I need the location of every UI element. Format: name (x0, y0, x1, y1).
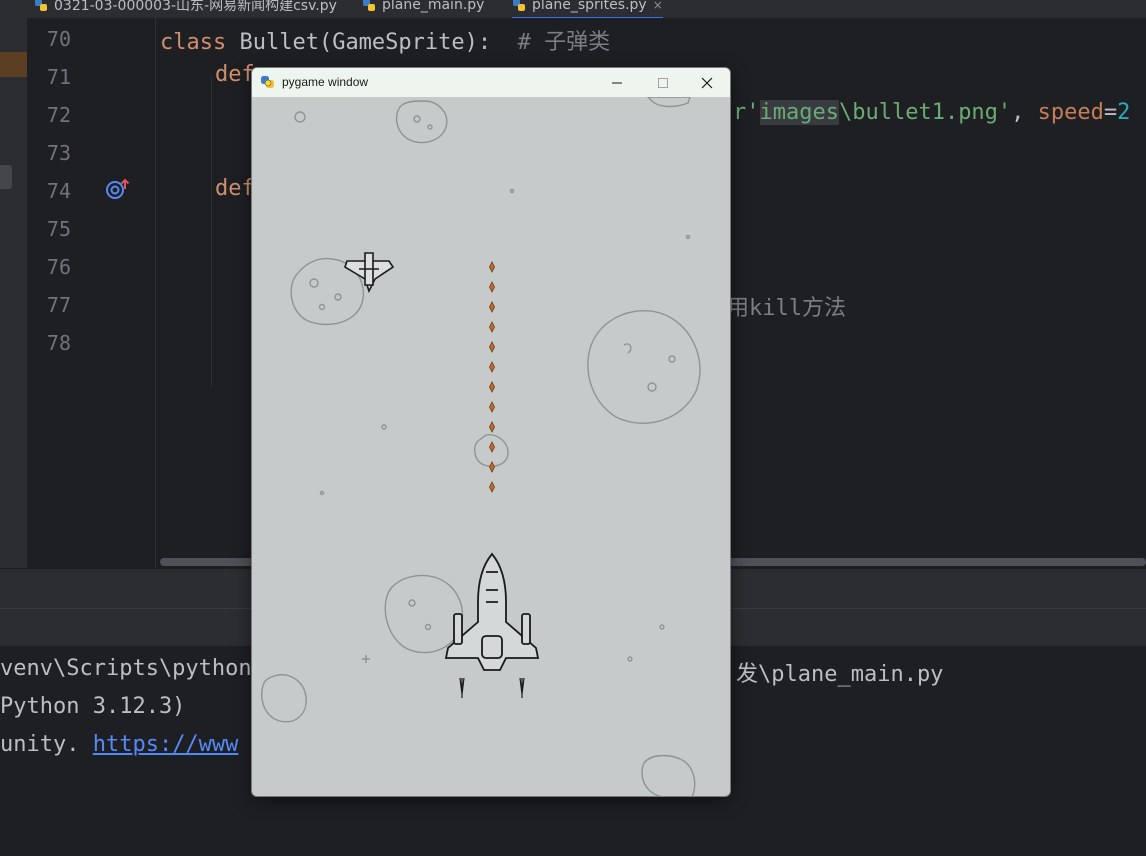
bookmark-marker (0, 52, 27, 77)
bullet-sprite (489, 461, 495, 473)
bullet-sprite (489, 301, 495, 313)
gutter-separator (155, 18, 156, 568)
pygame-logo-icon (261, 76, 274, 88)
tab-label: plane_main.py (382, 0, 485, 13)
hero-plane-sprite (444, 552, 540, 698)
tab-close-icon[interactable]: × (653, 0, 663, 12)
line-number: 71 (46, 65, 71, 89)
code-line-74: def (215, 176, 255, 201)
line-number: 76 (46, 255, 71, 279)
space-dust (627, 656, 633, 662)
asteroid-sprite (641, 754, 696, 796)
line-number: 70 (46, 27, 71, 51)
tab-csv-script[interactable]: 0321-03-000003-山东-网易新闻构建csv.py (34, 0, 337, 17)
python-file-icon (363, 0, 375, 11)
bullet-sprite (489, 261, 495, 273)
python-file-icon (35, 0, 47, 11)
space-dust (659, 624, 665, 630)
code-line-70: class Bullet(GameSprite): # 子弹类 (160, 24, 610, 56)
close-icon (701, 77, 713, 88)
line-number: 75 (46, 217, 71, 241)
console-text: venv\Scripts\python (0, 656, 252, 681)
code-line-77: 用kill方法 (727, 290, 846, 322)
enemy-plane-sprite (344, 252, 395, 294)
tool-window-strip (0, 18, 27, 568)
bullet-stream (489, 261, 495, 493)
space-dust (381, 424, 387, 430)
line-number: 73 (46, 141, 71, 165)
bullet-sprite (489, 381, 495, 393)
line-number: 77 (46, 293, 71, 317)
keyword: def (215, 62, 255, 87)
keyword: class (160, 30, 227, 55)
structure-marker (0, 165, 12, 189)
space-dust (362, 655, 370, 663)
tab-label: 0321-03-000003-山东-网易新闻构建csv.py (54, 0, 337, 14)
keyword: def (215, 176, 255, 201)
bullet-sprite (489, 421, 495, 433)
console-text: 发\plane_main.py (736, 662, 944, 687)
bullet-sprite (489, 441, 495, 453)
minimize-button[interactable] (594, 68, 640, 97)
asteroid-sprite (261, 674, 307, 723)
bullet-sprite (489, 481, 495, 493)
console-line: venv\Scripts\python 发\plane_main.py (0, 656, 943, 687)
space-dust (509, 188, 515, 194)
space-dust (685, 234, 691, 240)
tab-plane-sprites[interactable]: plane_sprites.py × (512, 0, 663, 18)
tab-label: plane_sprites.py (532, 0, 647, 13)
code-comment: 用kill方法 (727, 296, 846, 321)
bullet-sprite (489, 341, 495, 353)
console-line: unity. https://www (0, 732, 238, 757)
window-title: pygame window (282, 75, 369, 89)
code-number: 2 (1117, 100, 1131, 125)
code-param: speed (1037, 100, 1104, 125)
code-string-highlight: images (759, 100, 839, 125)
code-line-71: def (215, 62, 255, 87)
asteroid-sprite (647, 97, 691, 108)
bullet-sprite (489, 281, 495, 293)
code-text: = (1103, 100, 1118, 125)
maximize-icon (658, 77, 668, 88)
bullet-sprite (489, 361, 495, 373)
asteroid-sprite (395, 100, 448, 144)
asteroid-sprite (384, 574, 464, 654)
console-link[interactable]: https://www (93, 732, 239, 757)
console-line: Python 3.12.3) (0, 694, 186, 719)
game-canvas[interactable] (252, 97, 730, 797)
maximize-button[interactable] (640, 68, 686, 97)
space-dust (294, 111, 306, 123)
python-file-icon (513, 0, 525, 11)
line-number: 72 (46, 103, 71, 127)
editor-tab-bar: 0321-03-000003-山东-网易新闻构建csv.py plane_mai… (0, 0, 1146, 19)
code-string: r' (733, 100, 760, 125)
bullet-sprite (489, 321, 495, 333)
tab-plane-main[interactable]: plane_main.py (362, 0, 484, 17)
code-line-72: r'images\bullet1.png', speed=2 (733, 100, 1130, 125)
minimize-icon (612, 82, 622, 83)
window-titlebar[interactable]: pygame window (252, 68, 730, 97)
console-text: unity. (0, 732, 93, 757)
code-comment: # 子弹类 (517, 30, 611, 55)
close-button[interactable] (684, 68, 730, 97)
space-dust (319, 490, 325, 496)
code-text: Bullet(GameSprite): (226, 30, 518, 55)
pygame-window[interactable]: pygame window (251, 67, 731, 797)
indent-guide (211, 76, 212, 386)
line-number: 78 (46, 331, 71, 355)
bullet-sprite (489, 401, 495, 413)
code-text: , (1011, 100, 1038, 125)
code-string: \bullet1.png' (838, 100, 1012, 125)
override-method-icon[interactable] (105, 177, 131, 201)
line-number: 74 (46, 179, 71, 203)
asteroid-sprite (587, 310, 701, 424)
